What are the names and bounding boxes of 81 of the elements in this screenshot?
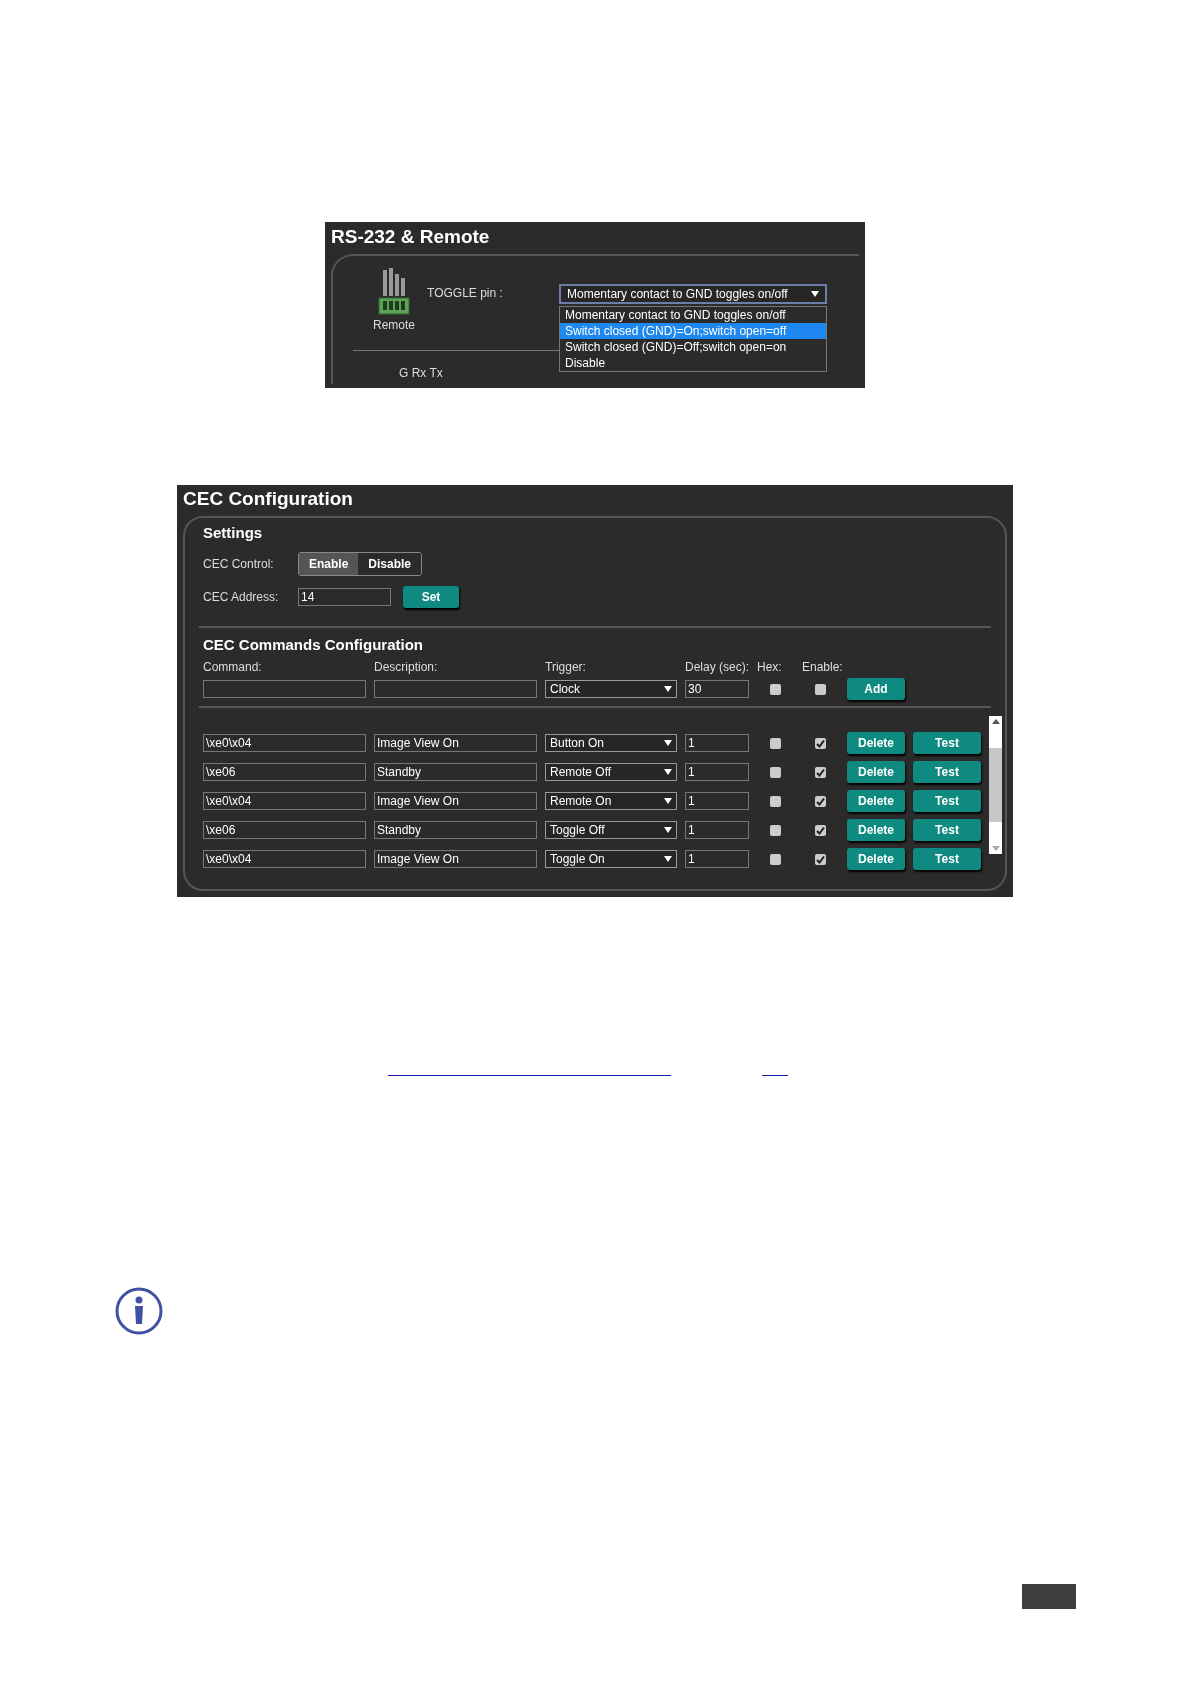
panel-title: CEC Configuration <box>183 488 354 510</box>
dropdown-option[interactable]: Switch closed (GND)=Off;switch open=on <box>560 339 827 355</box>
dropdown-option[interactable]: Disable <box>560 355 827 371</box>
description-field[interactable]: Image View On <box>374 734 537 752</box>
test-button[interactable]: Test <box>913 790 981 812</box>
command-field[interactable] <box>203 680 366 698</box>
description-field[interactable]: Standby <box>374 821 537 839</box>
delete-button[interactable]: Delete <box>847 819 905 841</box>
delay-field[interactable]: 1 <box>685 734 749 752</box>
test-button[interactable]: Test <box>913 848 981 870</box>
description-field[interactable]: Image View On <box>374 850 537 868</box>
delay-field[interactable]: 1 <box>685 850 749 868</box>
caret-icon <box>664 740 672 746</box>
dropdown-option[interactable]: Switch closed (GND)=On;switch open=off <box>560 323 827 339</box>
checkbox[interactable] <box>815 766 826 778</box>
delete-button[interactable]: Delete <box>847 761 905 783</box>
delay-field[interactable]: 1 <box>685 821 749 839</box>
delay-field[interactable]: 1 <box>685 763 749 781</box>
field-label: CEC Control: <box>203 557 275 571</box>
test-button[interactable]: Test <box>913 732 981 754</box>
caret-icon <box>811 291 820 297</box>
column-header: Command: <box>203 660 263 674</box>
command-field[interactable]: \xe0\x04 <box>203 792 366 810</box>
section-title: Settings <box>203 524 263 541</box>
column-header: Hex: <box>757 660 783 674</box>
caret-icon <box>664 798 672 804</box>
delay-field[interactable]: 30 <box>685 680 749 698</box>
toggle-label: TOGGLE pin : <box>427 286 504 300</box>
column-header: Description: <box>374 660 439 674</box>
test-button[interactable]: Test <box>913 819 981 841</box>
section-title: CEC Commands Configuration <box>203 636 423 653</box>
trigger-dropdown[interactable]: Clock <box>545 680 677 698</box>
port-label: G Rx Tx <box>399 366 443 380</box>
checkbox[interactable] <box>770 683 781 695</box>
toggle-option[interactable]: Enable <box>299 553 359 575</box>
delete-button[interactable]: Delete <box>847 790 905 812</box>
caret-icon <box>664 769 672 775</box>
address-field[interactable]: 14 <box>298 588 391 606</box>
caret-icon <box>664 827 672 833</box>
checkbox[interactable] <box>770 737 781 749</box>
checkbox[interactable] <box>770 853 781 865</box>
scrollbar[interactable] <box>989 716 1002 854</box>
trigger-dropdown[interactable]: Remote Off <box>545 763 677 781</box>
trigger-dropdown[interactable]: Toggle On <box>545 850 677 868</box>
description-field[interactable]: Image View On <box>374 792 537 810</box>
column-header: Trigger: <box>545 660 587 674</box>
description-field[interactable]: Standby <box>374 763 537 781</box>
checkbox[interactable] <box>770 766 781 778</box>
toggle-dropdown[interactable]: Momentary contact to GND toggles on/off <box>559 284 828 304</box>
panel-title: RS-232 & Remote <box>331 226 490 248</box>
add-button[interactable]: Add <box>847 678 905 700</box>
trigger-dropdown[interactable]: Toggle Off <box>545 821 677 839</box>
command-field[interactable]: \xe0\x04 <box>203 850 366 868</box>
trigger-dropdown[interactable]: Button On <box>545 734 677 752</box>
command-field[interactable]: \xe06 <box>203 763 366 781</box>
checkbox[interactable] <box>815 683 826 695</box>
field-label: CEC Address: <box>203 590 280 604</box>
info-icon <box>115 1287 163 1335</box>
caret-icon <box>664 686 672 692</box>
test-button[interactable]: Test <box>913 761 981 783</box>
checkbox[interactable] <box>815 824 826 836</box>
checkbox[interactable] <box>815 737 826 749</box>
checkbox[interactable] <box>770 795 781 807</box>
checkbox[interactable] <box>815 853 826 865</box>
page-number-box <box>1022 1584 1076 1609</box>
checkbox[interactable] <box>815 795 826 807</box>
description-field[interactable] <box>374 680 537 698</box>
set-button[interactable]: Set <box>403 586 459 608</box>
up-arrow-icon[interactable] <box>991 719 1000 724</box>
delete-button[interactable]: Delete <box>847 732 905 754</box>
caret-icon <box>664 856 672 862</box>
delay-field[interactable]: 1 <box>685 792 749 810</box>
checkbox[interactable] <box>770 824 781 836</box>
dropdown-option[interactable]: Momentary contact to GND toggles on/off <box>560 307 827 323</box>
command-field[interactable]: \xe06 <box>203 821 366 839</box>
connector-label: Remote <box>373 318 416 332</box>
delete-button[interactable]: Delete <box>847 848 905 870</box>
connector-icon <box>377 268 411 316</box>
column-header: Delay (sec): <box>685 660 749 674</box>
trigger-dropdown[interactable]: Remote On <box>545 792 677 810</box>
command-field[interactable]: \xe0\x04 <box>203 734 366 752</box>
